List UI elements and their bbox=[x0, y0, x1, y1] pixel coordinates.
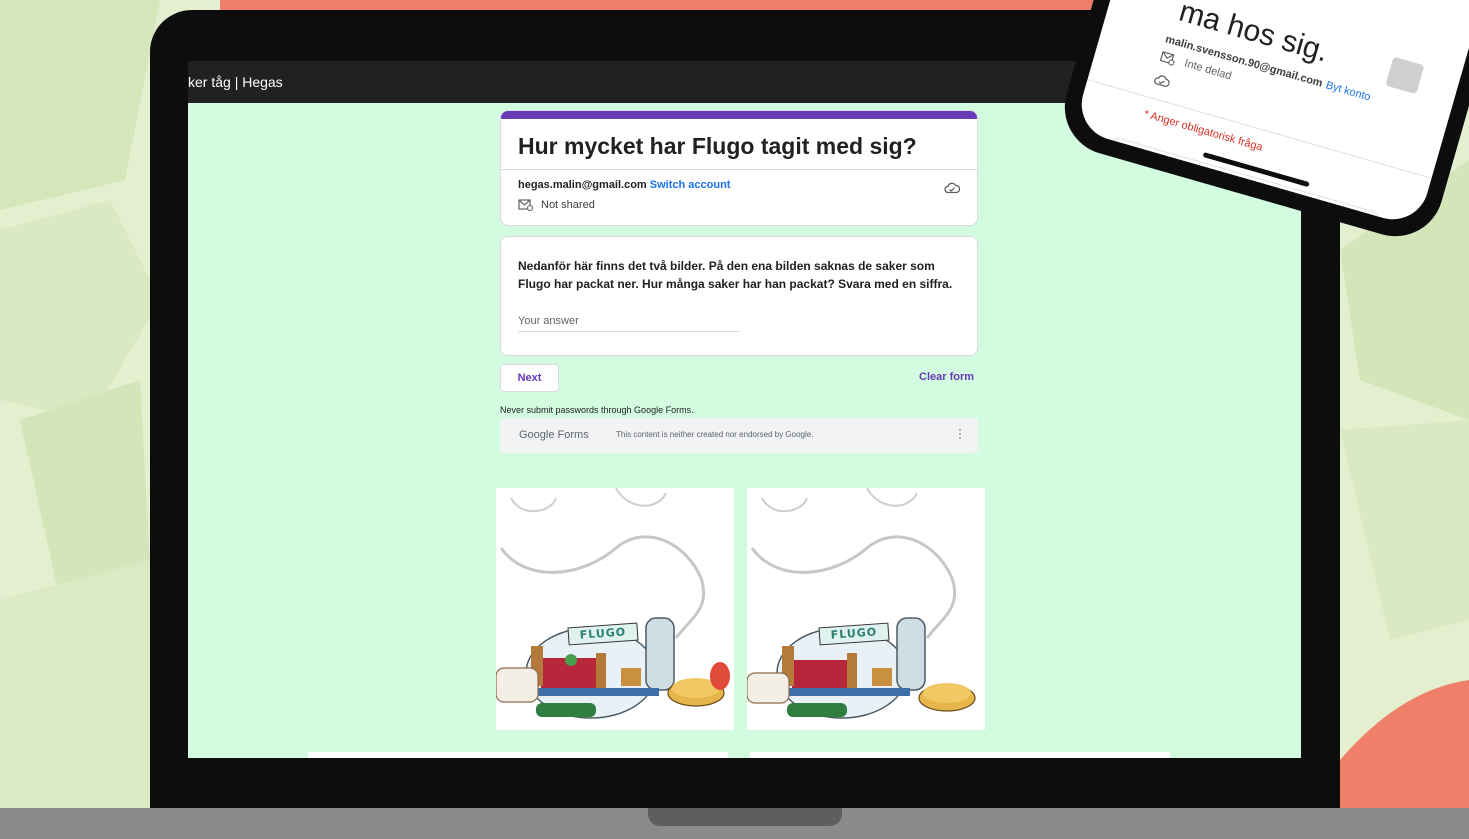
laptop-notch bbox=[648, 808, 842, 826]
password-warning: Never submit passwords through Google Fo… bbox=[500, 405, 694, 415]
tab-title[interactable]: ker tåg | Hegas bbox=[188, 61, 283, 103]
question-card: Nedanför här finns det två bilder. På de… bbox=[500, 236, 978, 356]
next-images-peek bbox=[750, 752, 1170, 758]
laptop-screen: ker tåg | Hegas Hur mycket har Flugo tag… bbox=[188, 61, 1301, 758]
phone-mail-settings-icon bbox=[1159, 51, 1175, 66]
next-button[interactable]: Next bbox=[500, 364, 559, 392]
answer-input[interactable]: Your answer bbox=[518, 315, 740, 332]
phone-image-thumbnail bbox=[1385, 56, 1425, 95]
form-accent-bar bbox=[501, 111, 977, 119]
illustration-right: FLUGO bbox=[747, 488, 985, 730]
phone-required-note: * Anger obligatorisk fråga bbox=[1142, 108, 1264, 154]
account-email: hegas.malin@gmail.com bbox=[518, 179, 647, 191]
phone-switch-account-link[interactable]: Byt konto bbox=[1324, 79, 1371, 103]
mail-settings-icon bbox=[518, 199, 534, 212]
not-shared-label: Not shared bbox=[541, 199, 595, 211]
form-title: Hur mycket har Flugo tagit med sig? bbox=[518, 133, 917, 159]
not-shared-status: Not shared bbox=[518, 199, 595, 212]
phone-cloud-save-icon bbox=[1151, 72, 1171, 94]
form-header-card: Hur mycket har Flugo tagit med sig? hega… bbox=[500, 110, 978, 226]
google-forms-logo[interactable]: Google Forms bbox=[519, 429, 589, 441]
footer-disclaimer: This content is neither created nor endo… bbox=[616, 430, 814, 439]
more-options-icon[interactable] bbox=[958, 427, 962, 441]
clear-form-button[interactable]: Clear form bbox=[919, 371, 974, 383]
illustration-left: FLUGO bbox=[496, 488, 734, 730]
cloud-save-icon bbox=[944, 181, 961, 199]
question-text: Nedanför här finns det två bilder. På de… bbox=[518, 259, 953, 291]
header-divider bbox=[501, 169, 977, 170]
switch-account-link[interactable]: Switch account bbox=[650, 179, 731, 191]
jar-drawing-right bbox=[747, 488, 976, 719]
jar-drawing-left bbox=[496, 488, 730, 719]
next-images-peek bbox=[308, 752, 728, 758]
account-row: hegas.malin@gmail.com Switch account bbox=[518, 179, 730, 191]
forms-footer: Google Forms This content is neither cre… bbox=[500, 418, 978, 453]
